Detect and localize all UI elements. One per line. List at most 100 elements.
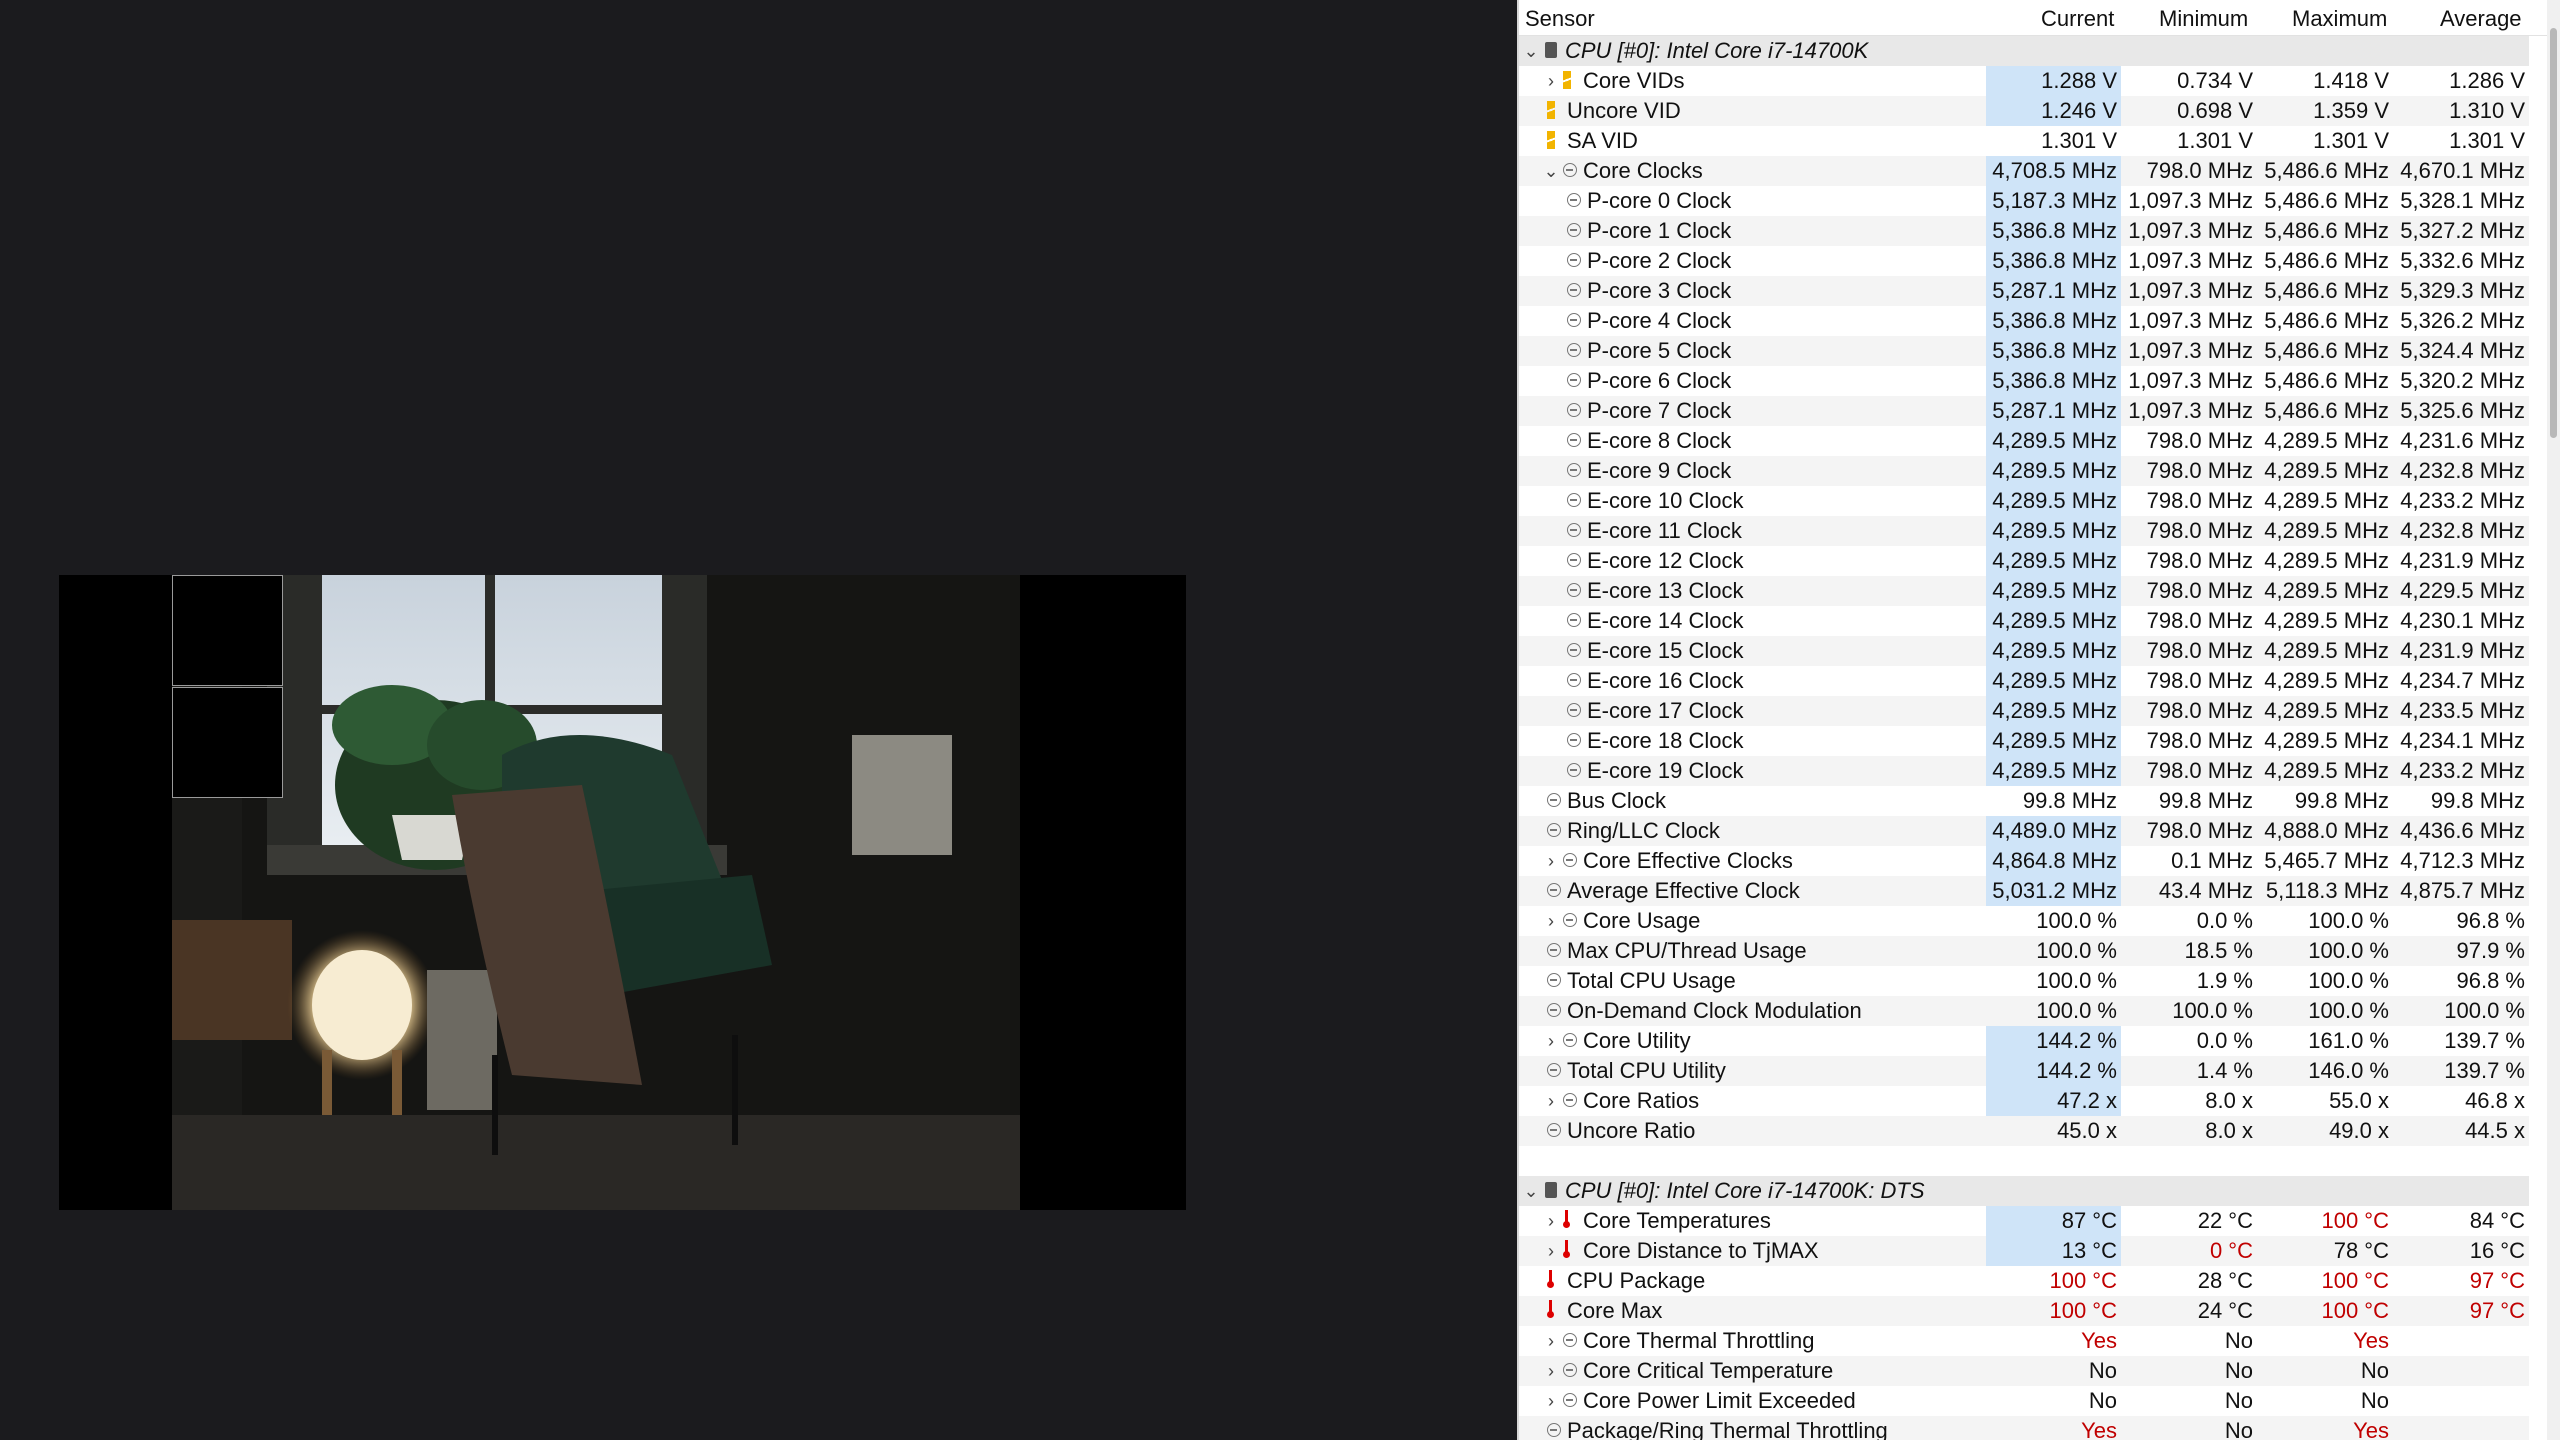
header-minimum[interactable]: Minimum: [2159, 6, 2248, 32]
maximum-value: 99.8 MHz: [2294, 788, 2389, 813]
sensor-group-row[interactable]: ⌄ CPU [#0]: Intel Core i7-14700K: [1519, 36, 2529, 66]
sensor-row[interactable]: On-Demand Clock Modulation 100.0 % 100.0 %…: [1519, 996, 2529, 1026]
sensor-row[interactable]: P-core 6 Clock 5,386.8 MHz 1,097.3 MHz 5,48…: [1519, 366, 2529, 396]
sensor-row[interactable]: E-core 13 Clock 4,289.5 MHz 798.0 MHz 4,289…: [1519, 576, 2529, 606]
expand-chevron-icon[interactable]: ›: [1543, 1026, 1559, 1056]
current-value: 100.0 %: [2036, 998, 2117, 1023]
column-header[interactable]: Sensor Current Minimum Maximum Average: [1519, 0, 2549, 36]
expand-chevron-icon[interactable]: ›: [1543, 1326, 1559, 1356]
sensor-row[interactable]: P-core 2 Clock 5,386.8 MHz 1,097.3 MHz 5,48…: [1519, 246, 2529, 276]
current-value: 1.246 V: [1986, 96, 2121, 126]
expand-chevron-icon[interactable]: ›: [1543, 66, 1559, 96]
sensor-row[interactable]: E-core 16 Clock 4,289.5 MHz 798.0 MHz 4,289…: [1519, 666, 2529, 696]
sensor-label: Core Usage: [1583, 908, 1701, 933]
sensor-row[interactable]: E-core 19 Clock 4,289.5 MHz 798.0 MHz 4,289…: [1519, 756, 2529, 786]
sensor-row[interactable]: › Core Utility 144.2 % 0.0 % 161.0 % 139.7 %: [1519, 1026, 2529, 1056]
minimum-value: 798.0 MHz: [2146, 728, 2253, 753]
clock-icon: [1563, 1093, 1577, 1107]
minimum-value: 22 °C: [2197, 1208, 2253, 1233]
clock-icon: [1567, 733, 1581, 747]
expand-chevron-icon[interactable]: ›: [1543, 906, 1559, 936]
average-value: 5,325.6 MHz: [2400, 398, 2525, 423]
sensor-row[interactable]: › Core Usage 100.0 % 0.0 % 100.0 % 96.8 %: [1519, 906, 2529, 936]
sensor-row[interactable]: › Core Effective Clocks 4,864.8 MHz 0.1 MHz…: [1519, 846, 2529, 876]
sensor-row[interactable]: E-core 12 Clock 4,289.5 MHz 798.0 MHz 4,289…: [1519, 546, 2529, 576]
sensor-panel[interactable]: Sensor Current Minimum Maximum Average ⌄…: [1517, 0, 2560, 1440]
sensor-row[interactable]: CPU Package 100 °C 28 °C 100 °C 97 °C: [1519, 1266, 2529, 1296]
sensor-row[interactable]: P-core 7 Clock 5,287.1 MHz 1,097.3 MHz 5,48…: [1519, 396, 2529, 426]
sensor-row[interactable]: Uncore Ratio 45.0 x 8.0 x 49.0 x 44.5 x: [1519, 1116, 2529, 1146]
sensor-row[interactable]: ⌄ Core Clocks 4,708.5 MHz 798.0 MHz 5,486.6 …: [1519, 156, 2529, 186]
expand-chevron-icon[interactable]: ›: [1543, 846, 1559, 876]
sensor-row[interactable]: Ring/LLC Clock 4,489.0 MHz 798.0 MHz 4,888.…: [1519, 816, 2529, 846]
average-value: 1.286 V: [2449, 68, 2525, 93]
sensor-row[interactable]: P-core 4 Clock 5,386.8 MHz 1,097.3 MHz 5,48…: [1519, 306, 2529, 336]
maximum-value: 100 °C: [2321, 1208, 2389, 1233]
sensor-row[interactable]: Average Effective Clock 5,031.2 MHz 43.4 M…: [1519, 876, 2529, 906]
header-maximum[interactable]: Maximum: [2292, 6, 2387, 32]
collapse-chevron-icon[interactable]: ⌄: [1523, 1176, 1539, 1206]
average-value: [2395, 1356, 2529, 1386]
average-value: 4,231.9 MHz: [2400, 638, 2525, 663]
sensor-row[interactable]: P-core 3 Clock 5,287.1 MHz 1,097.3 MHz 5,48…: [1519, 276, 2529, 306]
sensor-group-row[interactable]: ⌄ CPU [#0]: Intel Core i7-14700K: DTS: [1519, 1176, 2529, 1206]
sensor-row[interactable]: Package/Ring Thermal Throttling Yes No Yes: [1519, 1416, 2529, 1440]
sensor-row[interactable]: Uncore VID 1.246 V 0.698 V 1.359 V 1.310 V: [1519, 96, 2529, 126]
expand-chevron-icon[interactable]: ›: [1543, 1356, 1559, 1386]
minimum-value: 798.0 MHz: [2146, 158, 2253, 183]
header-sensor[interactable]: Sensor: [1525, 6, 1595, 32]
average-value: 16 °C: [2469, 1238, 2525, 1263]
sensor-row[interactable]: E-core 10 Clock 4,289.5 MHz 798.0 MHz 4,289…: [1519, 486, 2529, 516]
average-value: 4,232.8 MHz: [2400, 518, 2525, 543]
sensor-label: P-core 0 Clock: [1587, 188, 1732, 213]
sensor-row[interactable]: P-core 5 Clock 5,386.8 MHz 1,097.3 MHz 5,48…: [1519, 336, 2529, 366]
maximum-value: 5,486.6 MHz: [2264, 158, 2389, 183]
sensor-row[interactable]: › Core Thermal Throttling Yes No Yes: [1519, 1326, 2529, 1356]
vertical-scrollbar[interactable]: [2547, 0, 2560, 1440]
maximum-value: 5,486.6 MHz: [2264, 308, 2389, 333]
sensor-row[interactable]: E-core 15 Clock 4,289.5 MHz 798.0 MHz 4,289…: [1519, 636, 2529, 666]
average-value: 97 °C: [2469, 1268, 2525, 1293]
sensor-row[interactable]: Core Max 100 °C 24 °C 100 °C 97 °C: [1519, 1296, 2529, 1326]
sensor-label: CPU [#0]: Intel Core i7-14700K: DTS: [1565, 1178, 1925, 1203]
sensor-row[interactable]: E-core 8 Clock 4,289.5 MHz 798.0 MHz 4,289.…: [1519, 426, 2529, 456]
expand-chevron-icon[interactable]: ›: [1543, 1206, 1559, 1236]
sensor-row[interactable]: P-core 1 Clock 5,386.8 MHz 1,097.3 MHz 5,48…: [1519, 216, 2529, 246]
collapse-chevron-icon[interactable]: ⌄: [1523, 36, 1539, 66]
sensor-label: Bus Clock: [1567, 788, 1667, 813]
sensor-row[interactable]: E-core 14 Clock 4,289.5 MHz 798.0 MHz 4,289…: [1519, 606, 2529, 636]
sensor-row[interactable]: › Core VIDs 1.288 V 0.734 V 1.418 V 1.286 V: [1519, 66, 2529, 96]
header-average[interactable]: Average: [2440, 6, 2522, 32]
sensor-label: P-core 5 Clock: [1587, 338, 1732, 363]
sensor-row[interactable]: › Core Distance to TjMAX 13 °C 0 °C 78 °C 16 …: [1519, 1236, 2529, 1266]
sensor-row[interactable]: Total CPU Usage 100.0 % 1.9 % 100.0 % 96.8 %: [1519, 966, 2529, 996]
minimum-value: 1,097.3 MHz: [2128, 308, 2253, 333]
sensor-row[interactable]: E-core 9 Clock 4,289.5 MHz 798.0 MHz 4,289.…: [1519, 456, 2529, 486]
sensor-row[interactable]: SA VID 1.301 V 1.301 V 1.301 V 1.301 V: [1519, 126, 2529, 156]
sensor-row[interactable]: Bus Clock 99.8 MHz 99.8 MHz 99.8 MHz 99.8 MH…: [1519, 786, 2529, 816]
sensor-row[interactable]: › Core Ratios 47.2 x 8.0 x 55.0 x 46.8 x: [1519, 1086, 2529, 1116]
sensor-row[interactable]: E-core 11 Clock 4,289.5 MHz 798.0 MHz 4,289…: [1519, 516, 2529, 546]
expand-chevron-icon[interactable]: ›: [1543, 1386, 1559, 1416]
sensor-row[interactable]: › Core Critical Temperature No No No: [1519, 1356, 2529, 1386]
sensor-row[interactable]: Max CPU/Thread Usage 100.0 % 18.5 % 100.0 %…: [1519, 936, 2529, 966]
clock-icon: [1567, 703, 1581, 717]
sensor-row[interactable]: E-core 18 Clock 4,289.5 MHz 798.0 MHz 4,289…: [1519, 726, 2529, 756]
sensor-row[interactable]: › Core Power Limit Exceeded No No No: [1519, 1386, 2529, 1416]
sensor-label: E-core 17 Clock: [1587, 698, 1744, 723]
sensor-row[interactable]: Total CPU Utility 144.2 % 1.4 % 146.0 % 139.…: [1519, 1056, 2529, 1086]
sensor-row[interactable]: › Core Temperatures 87 °C 22 °C 100 °C 84 °C: [1519, 1206, 2529, 1236]
sensor-label: Package/Ring Thermal Throttling: [1567, 1418, 1888, 1440]
sensor-label: E-core 12 Clock: [1587, 548, 1744, 573]
sensor-row[interactable]: P-core 0 Clock 5,187.3 MHz 1,097.3 MHz 5,48…: [1519, 186, 2529, 216]
sensor-label: Total CPU Usage: [1567, 968, 1736, 993]
collapse-chevron-icon[interactable]: ⌄: [1543, 156, 1559, 186]
expand-chevron-icon[interactable]: ›: [1543, 1086, 1559, 1116]
header-current[interactable]: Current: [2041, 6, 2114, 32]
minimum-value: 798.0 MHz: [2146, 668, 2253, 693]
sensor-row[interactable]: E-core 17 Clock 4,289.5 MHz 798.0 MHz 4,289…: [1519, 696, 2529, 726]
maximum-value: Yes: [2353, 1328, 2389, 1353]
scrollbar-thumb[interactable]: [2550, 28, 2557, 438]
expand-chevron-icon[interactable]: ›: [1543, 1236, 1559, 1266]
minimum-value: 18.5 %: [2184, 938, 2254, 963]
